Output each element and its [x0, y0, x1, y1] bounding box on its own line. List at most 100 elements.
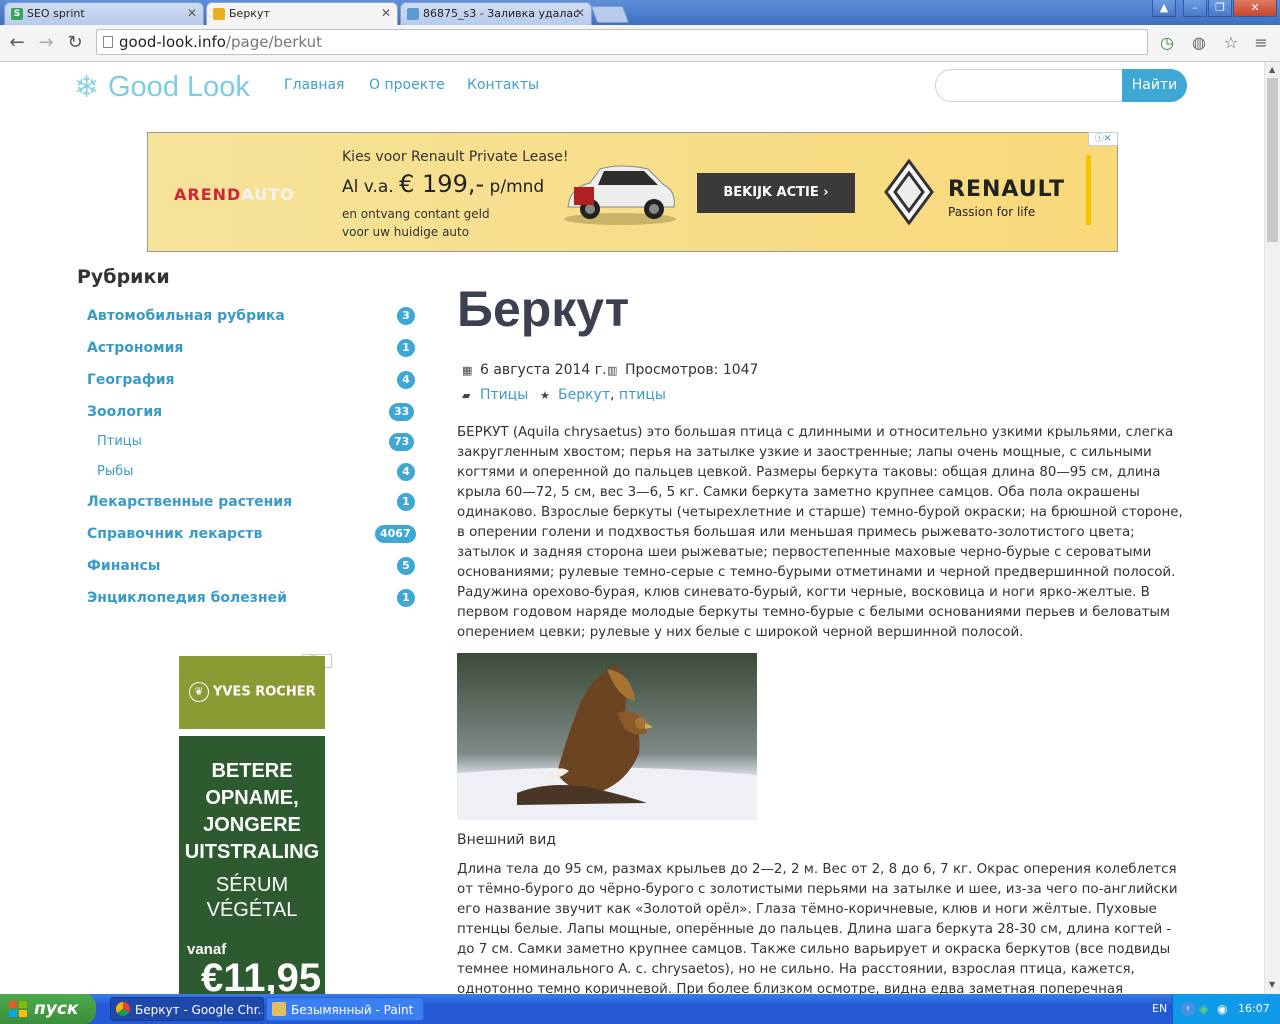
scroll-up-arrow-icon[interactable]: ▲: [1269, 65, 1275, 74]
renault-banner-ad[interactable]: ARENDAUTO Kies voor Renault Private Leas…: [147, 132, 1118, 252]
tag-link-berkut[interactable]: Беркут: [558, 387, 610, 403]
tab-seo-sprint[interactable]: S SEO sprint ✕: [4, 2, 204, 25]
nav-link-about[interactable]: О проекте: [369, 77, 445, 93]
restore-button[interactable]: ❐: [1208, 0, 1232, 17]
folder-icon: ▰: [462, 389, 471, 402]
user-profile-icon[interactable]: ▲: [1152, 0, 1176, 17]
windows-taskbar: пуск Беркут - Google Chr... Безымянный -…: [0, 994, 1280, 1024]
category-ryby[interactable]: Рыбы: [97, 464, 133, 479]
article-paragraph-2: Длина тела до 95 см, размах крыльев до 2…: [457, 862, 1178, 994]
browser-toolbar: ← → ↻ good-look.info/page/berkut ◷ ◍ ☆ ≡: [0, 25, 1280, 62]
close-window-button[interactable]: ✕: [1233, 0, 1277, 17]
tab-close-icon[interactable]: ✕: [187, 6, 197, 20]
page-favicon-icon: [407, 8, 419, 20]
page-icon: [103, 36, 113, 48]
address-bar[interactable]: good-look.info/page/berkut: [96, 29, 1148, 55]
tab-berkut[interactable]: Беркут ✕: [206, 2, 398, 25]
paint-icon: [272, 1002, 286, 1016]
network-icon[interactable]: ◈: [1199, 1002, 1208, 1016]
category-avtomobilnaya[interactable]: Автомобильная рубрика: [87, 308, 285, 324]
ad-price: €11,95: [201, 956, 322, 994]
ad-product-name: SÉRUM VÉGÉTAL: [206, 874, 298, 921]
category-count-badge: 1: [397, 339, 415, 357]
scrollbar-thumb[interactable]: [1267, 78, 1278, 242]
taskbar-item-paint[interactable]: Безымянный - Paint: [266, 997, 424, 1021]
renault-diamond-icon: [884, 159, 934, 225]
category-count-badge: 4: [397, 371, 415, 389]
back-arrow-icon[interactable]: ←: [6, 32, 28, 54]
tab-title: Беркут: [229, 7, 270, 20]
yves-rocher-logo-ad[interactable]: ❦ YVES ROCHER: [179, 656, 325, 729]
category-astronomiya[interactable]: Астрономия: [87, 340, 183, 356]
category-count-badge: 3: [397, 307, 415, 325]
yves-rocher-brand: ❦ YVES ROCHER: [189, 682, 316, 702]
new-tab-button[interactable]: [590, 6, 630, 23]
article-category: ▰ Птицы: [462, 387, 528, 403]
article-date: ▦ 6 августа 2014 г.: [462, 362, 607, 378]
menu-icon[interactable]: ≡: [1252, 34, 1270, 52]
category-entsiklopediya-bolezney[interactable]: Энциклопедия болезней: [87, 590, 287, 606]
category-count-badge: 73: [389, 433, 415, 451]
ad-subline: en ontvang contant geld voor uw huidige a…: [342, 207, 490, 239]
reload-icon[interactable]: ↻: [64, 32, 86, 54]
category-spravochnik-lekarstv[interactable]: Справочник лекарств: [87, 526, 262, 542]
extension-clock-icon[interactable]: ◷: [1158, 34, 1176, 52]
renault-logo-text: RENAULT: [948, 177, 1065, 202]
tab-title: 86875_s3 - Заливка удалас: [423, 7, 580, 20]
ad-headline: Kies voor Renault Private Lease!: [342, 149, 569, 165]
category-finansy[interactable]: Финансы: [87, 558, 160, 574]
start-label: пуск: [34, 999, 79, 1019]
bekijk-actie-button[interactable]: BEKIJK ACTIE ›: [697, 173, 855, 213]
category-count-badge: 5: [397, 557, 415, 575]
translate-globe-icon[interactable]: ◍: [1190, 34, 1208, 52]
category-count-badge: 1: [397, 589, 415, 607]
golden-eagle-photo: [457, 653, 757, 820]
yves-rocher-serum-ad[interactable]: BETERE OPNAME, JONGERE UITSTRALING SÉRUM…: [179, 736, 325, 994]
ad-price: Al v.a. € 199,- p/mnd: [342, 170, 545, 198]
category-link[interactable]: Птицы: [480, 387, 528, 403]
article-paragraph-1: БЕРКУТ (Aquila chrysaetus) это большая п…: [457, 425, 1183, 640]
category-count-badge: 1: [397, 493, 415, 511]
tab-close-icon[interactable]: ✕: [575, 6, 585, 20]
scroll-down-arrow-icon[interactable]: ▼: [1269, 980, 1275, 989]
ad-headline: BETERE OPNAME, JONGERE UITSTRALING: [184, 760, 320, 863]
nav-link-contacts[interactable]: Контакты: [467, 77, 539, 93]
star-tag-icon: ★: [540, 389, 550, 402]
ad-yellow-bar: [1086, 155, 1091, 225]
category-zoologiya[interactable]: Зоология: [87, 404, 162, 420]
tab-title: SEO sprint: [27, 7, 85, 20]
renault-tagline: Passion for life: [948, 205, 1036, 219]
bookmark-star-icon[interactable]: ☆: [1222, 34, 1240, 52]
tag-link-ptitsy[interactable]: птицы: [619, 387, 666, 403]
start-button[interactable]: пуск: [0, 994, 96, 1024]
adchoices-icon[interactable]: ⓘ✕: [1088, 132, 1118, 146]
minimize-button[interactable]: –: [1183, 0, 1207, 17]
chrome-favicon-icon: [213, 8, 225, 20]
car-image: [564, 165, 676, 225]
language-indicator[interactable]: EN: [1152, 1002, 1167, 1015]
calendar-icon: ▦: [462, 364, 473, 377]
category-lekarstvennye-rasteniya[interactable]: Лекарственные растения: [87, 494, 292, 510]
category-count-badge: 4067: [375, 525, 416, 543]
arend-auto-logo: ARENDAUTO: [174, 185, 295, 204]
url-domain: good-look.info: [119, 33, 226, 51]
nav-link-home[interactable]: Главная: [284, 77, 344, 93]
article-title: Беркут: [457, 281, 630, 337]
tab-86875-s3[interactable]: 86875_s3 - Заливка удалас ✕: [400, 2, 592, 25]
url-path: /page/berkut: [225, 33, 323, 51]
page-scrollbar[interactable]: ▲ ▼: [1264, 62, 1280, 994]
search-button[interactable]: Найти: [1122, 69, 1187, 102]
photo-caption: Внешний вид: [457, 832, 557, 848]
taskbar-item-chrome[interactable]: Беркут - Google Chr...: [110, 997, 264, 1021]
forward-arrow-icon[interactable]: →: [35, 32, 57, 54]
tab-close-icon[interactable]: ✕: [381, 6, 391, 20]
tray-expand-icon[interactable]: ‹: [1181, 1002, 1195, 1016]
volume-icon[interactable]: ◉: [1217, 1002, 1227, 1016]
bar-chart-icon: ▥: [607, 364, 618, 377]
logo-text: Good Look: [108, 71, 250, 103]
category-geografiya[interactable]: География: [87, 372, 175, 388]
clock: 16:07: [1238, 1002, 1270, 1015]
leaf-icon: ❦: [189, 682, 209, 702]
category-ptitsy[interactable]: Птицы: [97, 434, 142, 449]
search-input[interactable]: [935, 69, 1125, 102]
